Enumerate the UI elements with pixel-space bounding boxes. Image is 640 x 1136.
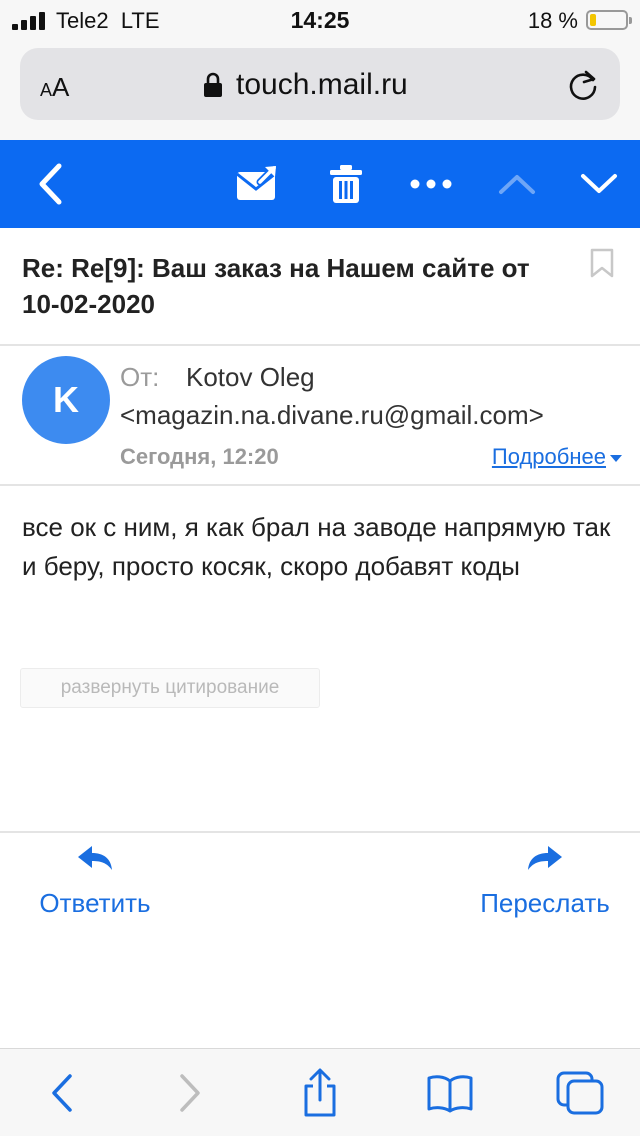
sender-name[interactable]: Kotov Oleg: [186, 362, 315, 393]
lock-icon: [204, 72, 222, 97]
details-label: Подробнее: [491, 444, 606, 469]
trash-icon: [330, 165, 362, 203]
text-size-button[interactable]: AA: [40, 72, 69, 103]
bookmark-icon[interactable]: [590, 248, 614, 278]
bookmarks-button[interactable]: [424, 1049, 476, 1136]
previous-icon: [499, 175, 535, 194]
tabs-icon: [556, 1071, 604, 1115]
browser-back-button[interactable]: [40, 1049, 84, 1136]
reply-button[interactable]: Ответить: [22, 844, 168, 919]
url-text[interactable]: touch.mail.ru: [236, 68, 408, 102]
mail-toolbar: [0, 140, 640, 228]
back-icon: [39, 163, 62, 205]
book-icon: [427, 1075, 473, 1113]
tabs-button[interactable]: [552, 1049, 608, 1136]
chevron-down-icon: [610, 454, 622, 462]
move-to-folder-icon: [236, 164, 278, 200]
from-label: От:: [120, 362, 160, 392]
forward-label: Переслать: [480, 888, 610, 918]
email-subject: Re: Re[9]: Ваш заказ на Нашем сайте от 1…: [22, 253, 530, 319]
back-button[interactable]: [26, 140, 74, 228]
browser-address-area: AA touch.mail.ru: [0, 40, 640, 140]
details-link[interactable]: Подробнее: [492, 444, 622, 470]
header-divider: [0, 344, 640, 346]
more-icon: [410, 179, 452, 189]
status-bar: Tele2 LTE 14:25 18 %: [0, 0, 640, 40]
share-button[interactable]: [296, 1049, 344, 1136]
chevron-right-icon: [180, 1074, 200, 1112]
next-icon: [581, 174, 617, 193]
share-icon: [304, 1068, 336, 1117]
browser-bottom-bar: [0, 1048, 640, 1136]
reply-label: Ответить: [39, 888, 151, 918]
delete-button[interactable]: [322, 140, 370, 228]
forward-button[interactable]: Переслать: [470, 844, 620, 919]
message-body: все ок с ним, я как брал на заводе напря…: [22, 512, 611, 581]
expand-quote-button[interactable]: развернуть цитирование: [20, 668, 320, 708]
chevron-left-icon: [52, 1074, 72, 1112]
reload-icon[interactable]: [566, 68, 600, 102]
battery-icon: [586, 10, 632, 30]
text-size-label: A: [52, 72, 70, 102]
actions-divider: [0, 831, 640, 833]
reply-icon: [78, 846, 112, 870]
move-to-folder-button[interactable]: [230, 140, 286, 228]
previous-message-button[interactable]: [492, 140, 542, 228]
browser-forward-button[interactable]: [168, 1049, 212, 1136]
sender-email[interactable]: <magazin.na.divane.ru@gmail.com>: [120, 400, 544, 431]
forward-icon: [528, 846, 562, 870]
address-bar[interactable]: AA touch.mail.ru: [20, 48, 620, 120]
sender-divider: [0, 484, 640, 486]
more-button[interactable]: [406, 140, 456, 228]
next-message-button[interactable]: [574, 140, 624, 228]
email-date: Сегодня, 12:20: [120, 444, 279, 469]
avatar: K: [22, 356, 110, 444]
battery-percent: 18 %: [527, 8, 578, 33]
